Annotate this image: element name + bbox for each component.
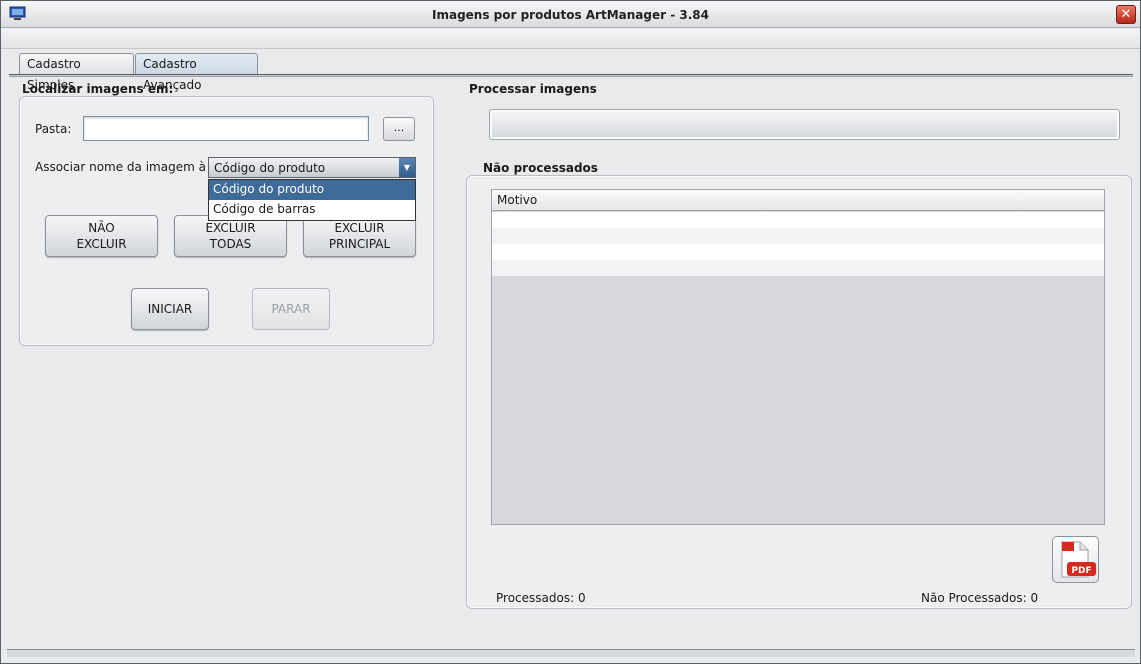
processed-count: 0 xyxy=(577,591,586,605)
not-processed-label: Não Processados: xyxy=(921,591,1027,605)
iniciar-button[interactable]: INICIAR xyxy=(131,288,209,330)
pdf-icon-label: PDF xyxy=(1071,566,1091,576)
folder-input[interactable] xyxy=(83,116,369,141)
excluir-todas-button[interactable]: EXCLUIR TODAS xyxy=(174,215,287,257)
process-images-title: Processar imagens xyxy=(469,82,597,96)
close-button[interactable]: ✕ xyxy=(1116,5,1136,24)
browse-button[interactable]: ... xyxy=(383,117,415,141)
tab-strip: Cadastro Simples Cadastro Avançado xyxy=(1,50,1140,92)
excluir-principal-button[interactable]: EXCLUIR PRINCIPAL xyxy=(303,215,416,257)
locate-images-title: Localizar imagens em: xyxy=(22,82,174,96)
table-row xyxy=(492,260,1104,276)
processed-status: Processados: 0 xyxy=(496,591,586,605)
chevron-down-icon[interactable]: ▼ xyxy=(399,158,415,177)
tab-divider xyxy=(9,74,1133,77)
associate-select[interactable]: Código do produto ▼ xyxy=(208,157,416,178)
associate-selected-value: Código do produto xyxy=(214,161,326,175)
dropdown-option-codigo-produto[interactable]: Código do produto xyxy=(209,180,415,200)
window-title: Imagens por produtos ArtManager - 3.84 xyxy=(432,8,709,22)
pdf-export-button[interactable]: PDF xyxy=(1052,536,1099,583)
pdf-icon: PDF xyxy=(1061,541,1096,578)
not-processed-count: 0 xyxy=(1030,591,1039,605)
dropdown-option-codigo-barras[interactable]: Código de barras xyxy=(209,200,415,220)
processed-label: Processados: xyxy=(496,591,575,605)
title-bar: Imagens por produtos ArtManager - 3.84 ✕ xyxy=(1,1,1140,28)
parar-button[interactable]: PARAR xyxy=(252,288,330,330)
tab-cadastro-avancado[interactable]: Cadastro Avançado xyxy=(135,53,258,92)
tab-cadastro-simples[interactable]: Cadastro Simples xyxy=(19,53,134,92)
folder-label: Pasta: xyxy=(35,122,72,136)
nao-excluir-button[interactable]: NÃO EXCLUIR xyxy=(45,215,158,257)
not-processed-status: Não Processados: 0 xyxy=(921,591,1038,605)
table-row xyxy=(492,212,1104,228)
progress-bar xyxy=(489,109,1120,140)
menu-bar xyxy=(1,29,1140,49)
table-header-motivo[interactable]: Motivo xyxy=(492,190,1104,211)
table-row xyxy=(492,228,1104,244)
associate-label: Associar nome da imagem à : xyxy=(35,160,214,174)
not-processed-title: Não processados xyxy=(483,161,598,175)
main-window: Imagens por produtos ArtManager - 3.84 ✕… xyxy=(0,0,1141,664)
bottom-divider xyxy=(7,649,1135,657)
associate-dropdown-list: Código do produto Código de barras xyxy=(208,179,416,221)
table-row xyxy=(492,244,1104,260)
not-processed-table[interactable]: Motivo xyxy=(491,189,1105,525)
